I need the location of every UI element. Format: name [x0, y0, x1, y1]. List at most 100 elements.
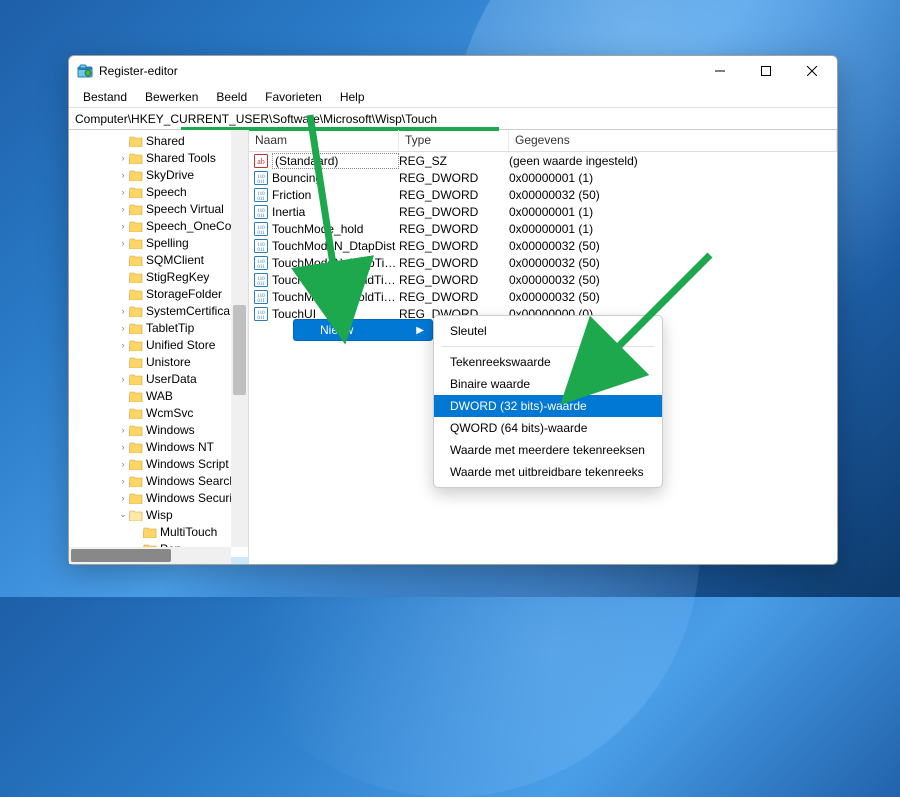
tree-item[interactable]: StorageFolder [69, 285, 248, 302]
window-title: Register-editor [99, 64, 697, 78]
minimize-button[interactable] [697, 56, 743, 86]
chevron-down-icon[interactable]: ⌄ [117, 509, 129, 520]
chevron-right-icon[interactable]: › [117, 323, 129, 333]
folder-icon [129, 339, 143, 351]
chevron-right-icon[interactable]: › [117, 204, 129, 214]
chevron-right-icon[interactable]: › [117, 425, 129, 435]
dword-value-icon: 110 011 [253, 256, 269, 270]
value-row[interactable]: 110 011 TouchModeN_HoldTime_A...REG_DWOR… [249, 271, 837, 288]
context-item[interactable]: Waarde met meerdere tekenreeksen [434, 439, 662, 461]
value-data: 0x00000001 (1) [509, 171, 837, 185]
tree-item-label: StorageFolder [146, 287, 222, 301]
tree-item[interactable]: › TabletTip [69, 319, 248, 336]
column-headers: Naam Type Gegevens [249, 130, 837, 152]
value-row[interactable]: 110 011 TouchMode_holdREG_DWORD0x0000000… [249, 220, 837, 237]
tree-item-label: Windows NT [146, 440, 214, 454]
close-button[interactable] [789, 56, 835, 86]
value-data: 0x00000032 (50) [509, 273, 837, 287]
value-row[interactable]: 110 011 InertiaREG_DWORD0x00000001 (1) [249, 203, 837, 220]
chevron-right-icon[interactable]: › [117, 153, 129, 163]
menu-item-help[interactable]: Help [332, 88, 373, 106]
folder-icon [143, 526, 157, 538]
addressbar[interactable]: Computer\HKEY_CURRENT_USER\Software\Micr… [69, 108, 837, 130]
value-row[interactable]: 110 011 TouchModeN_DtapTimeREG_DWORD0x00… [249, 254, 837, 271]
tree-item[interactable]: › Windows NT [69, 438, 248, 455]
context-item[interactable]: Waarde met uitbreidbare tekenreeks [434, 461, 662, 483]
value-data: 0x00000001 (1) [509, 222, 837, 236]
tree-item[interactable]: StigRegKey [69, 268, 248, 285]
tree-item-label: StigRegKey [146, 270, 209, 284]
folder-icon [129, 186, 143, 198]
chevron-right-icon[interactable]: › [117, 306, 129, 316]
maximize-button[interactable] [743, 56, 789, 86]
chevron-right-icon[interactable]: › [117, 187, 129, 197]
value-name: Inertia [272, 205, 399, 219]
context-item[interactable]: Tekenreekswaarde [434, 351, 662, 373]
chevron-right-icon[interactable]: › [117, 442, 129, 452]
tree-item[interactable]: › Shared Tools [69, 149, 248, 166]
context-submenu-nieuw[interactable]: Nieuw ▶ [293, 319, 433, 341]
context-separator [442, 346, 654, 347]
chevron-right-icon[interactable]: › [117, 238, 129, 248]
tree-item[interactable]: SQMClient [69, 251, 248, 268]
tree-item[interactable]: ⌄ Wisp [69, 506, 248, 523]
context-item[interactable]: QWORD (64 bits)-waarde [434, 417, 662, 439]
chevron-right-icon[interactable]: › [117, 374, 129, 384]
context-submenu-label: Nieuw [320, 323, 353, 337]
tree-item[interactable]: WAB [69, 387, 248, 404]
tree-item[interactable]: › SkyDrive [69, 166, 248, 183]
context-item[interactable]: Sleutel [434, 320, 662, 342]
context-item[interactable]: Binaire waarde [434, 373, 662, 395]
tree-item-label: UserData [146, 372, 197, 386]
tree-item[interactable]: › Unified Store [69, 336, 248, 353]
tree-list[interactable]: Shared› Shared Tools› SkyDrive› Speech› … [69, 130, 248, 564]
tree-item[interactable]: › Windows Search [69, 472, 248, 489]
context-item[interactable]: DWORD (32 bits)-waarde [434, 395, 662, 417]
chevron-right-icon[interactable]: › [117, 170, 129, 180]
column-header-name[interactable]: Naam [249, 130, 399, 151]
svg-text:011: 011 [257, 180, 265, 185]
chevron-right-icon[interactable]: › [117, 221, 129, 231]
tree-item[interactable]: › Spelling [69, 234, 248, 251]
tree-item[interactable]: › Windows Script [69, 455, 248, 472]
folder-icon [129, 254, 143, 266]
folder-icon [129, 441, 143, 453]
tree-item[interactable]: › Windows [69, 421, 248, 438]
chevron-right-icon[interactable]: › [117, 476, 129, 486]
tree-item[interactable]: WcmSvc [69, 404, 248, 421]
tree-item[interactable]: › SystemCertificates [69, 302, 248, 319]
tree-item-label: Speech_OneCore [146, 219, 242, 233]
value-row[interactable]: 110 011 BouncingREG_DWORD0x00000001 (1) [249, 169, 837, 186]
tree-item[interactable]: › Speech [69, 183, 248, 200]
tree-horizontal-scrollbar[interactable] [69, 547, 231, 564]
column-header-data[interactable]: Gegevens [509, 130, 837, 151]
scrollbar-thumb[interactable] [71, 549, 171, 562]
value-type: REG_DWORD [399, 256, 509, 270]
tree-vertical-scrollbar[interactable] [231, 130, 248, 547]
chevron-right-icon[interactable]: › [117, 340, 129, 350]
tree-item[interactable]: MultiTouch [69, 523, 248, 540]
dword-value-icon: 110 011 [253, 171, 269, 185]
menu-item-favorieten[interactable]: Favorieten [257, 88, 330, 106]
value-row[interactable]: 110 011 TouchModeN_HoldTime_B...REG_DWOR… [249, 288, 837, 305]
chevron-right-icon[interactable]: › [117, 493, 129, 503]
tree-item[interactable]: › Speech_OneCore [69, 217, 248, 234]
value-row[interactable]: 110 011 FrictionREG_DWORD0x00000032 (50) [249, 186, 837, 203]
tree-item[interactable]: › Windows Security [69, 489, 248, 506]
menu-item-bewerken[interactable]: Bewerken [137, 88, 206, 106]
chevron-right-icon[interactable]: › [117, 459, 129, 469]
tree-item[interactable]: Shared [69, 132, 248, 149]
svg-text:011: 011 [257, 299, 265, 304]
tree-item[interactable]: Unistore [69, 353, 248, 370]
dword-value-icon: 110 011 [253, 290, 269, 304]
tree-item[interactable]: › UserData [69, 370, 248, 387]
value-data: (geen waarde ingesteld) [509, 154, 837, 168]
scrollbar-thumb[interactable] [233, 305, 246, 395]
menu-item-beeld[interactable]: Beeld [208, 88, 255, 106]
menu-item-bestand[interactable]: Bestand [75, 88, 135, 106]
column-header-type[interactable]: Type [399, 130, 509, 151]
value-row[interactable]: 110 011 TouchModeN_DtapDistREG_DWORD0x00… [249, 237, 837, 254]
dword-value-icon: 110 011 [253, 222, 269, 236]
tree-item[interactable]: › Speech Virtual [69, 200, 248, 217]
value-row[interactable]: ab (Standaard)REG_SZ(geen waarde ingeste… [249, 152, 837, 169]
